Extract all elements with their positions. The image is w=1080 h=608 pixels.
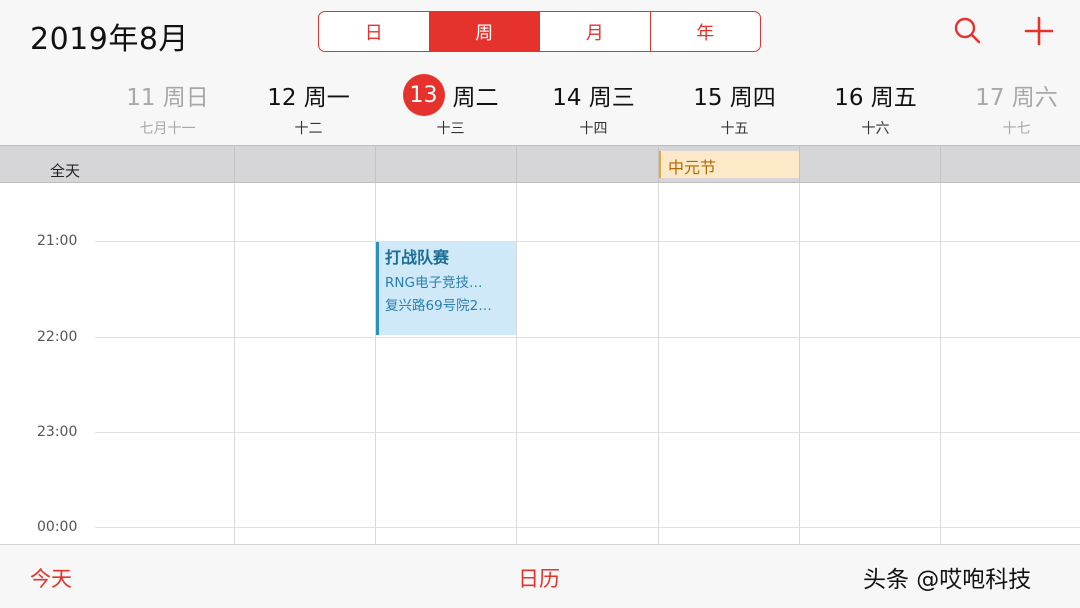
calendars-button[interactable]: 日历 <box>518 563 560 593</box>
time-label: 23:00 <box>37 424 78 440</box>
month-title[interactable]: 2019年8月 <box>30 14 189 58</box>
all-day-divider <box>516 145 517 183</box>
add-event-button[interactable] <box>1022 14 1056 48</box>
calendar-event[interactable]: 打战队赛 RNG电子竞技… 复兴路69号院2… <box>376 242 516 335</box>
day-header-mon[interactable]: 12 周一 十二 <box>238 78 379 138</box>
segment-year[interactable]: 年 <box>649 12 761 51</box>
all-day-divider <box>940 145 941 183</box>
all-day-event-zhongyuan[interactable]: 中元节 <box>659 151 799 178</box>
day-header-sat[interactable]: 17 周六 十七 <box>946 78 1080 138</box>
segment-month[interactable]: 月 <box>539 12 650 51</box>
day-header-thu[interactable]: 15 周四 十五 <box>664 78 805 138</box>
hour-line <box>95 527 1080 528</box>
view-segmented-control: 日 周 月 年 <box>318 11 761 52</box>
day-lunar: 十二 <box>294 121 323 137</box>
day-label-today: 13 周二 <box>380 74 521 116</box>
day-column-divider <box>516 183 517 544</box>
day-column-divider <box>234 183 235 544</box>
time-label: 22:00 <box>37 329 78 345</box>
day-label: 16 周五 <box>834 85 917 111</box>
day-column-divider <box>658 183 659 544</box>
day-lunar: 七月十一 <box>139 121 196 137</box>
event-location: 复兴路69号院2… <box>385 298 492 314</box>
all-day-divider <box>799 145 800 183</box>
time-label: 00:00 <box>37 519 78 535</box>
search-icon <box>954 17 981 44</box>
day-label: 17 周六 <box>975 85 1058 111</box>
today-weekday: 周二 <box>452 85 499 111</box>
day-label: 14 周三 <box>552 85 635 111</box>
all-day-divider <box>234 145 235 183</box>
day-lunar: 十三 <box>436 121 465 137</box>
day-lunar: 十七 <box>1002 121 1031 137</box>
today-date-badge: 13 <box>402 74 445 116</box>
day-column-divider <box>799 183 800 544</box>
segment-day[interactable]: 日 <box>319 12 429 51</box>
hour-line <box>95 337 1080 338</box>
day-header-tue-today[interactable]: 13 周二 十三 <box>380 74 521 138</box>
day-lunar: 十六 <box>861 121 890 137</box>
day-label: 15 周四 <box>693 85 776 111</box>
day-column-divider <box>375 183 376 544</box>
plus-icon <box>1024 16 1054 46</box>
event-detail: RNG电子竞技… <box>385 275 483 291</box>
day-label: 11 周日 <box>126 85 209 111</box>
all-day-row <box>0 145 1080 183</box>
day-header-sun[interactable]: 11 周日 七月十一 <box>97 78 238 138</box>
time-label: 21:00 <box>37 233 78 249</box>
today-button[interactable]: 今天 <box>30 563 72 593</box>
day-lunar: 十四 <box>579 121 608 137</box>
all-day-divider <box>375 145 376 183</box>
day-lunar: 十五 <box>720 121 749 137</box>
segment-week[interactable]: 周 <box>428 12 539 51</box>
hour-line <box>95 432 1080 433</box>
day-header-fri[interactable]: 16 周五 十六 <box>805 78 946 138</box>
all-day-label: 全天 <box>50 162 81 180</box>
event-title: 打战队赛 <box>385 248 450 267</box>
watermark-text: 头条 @哎咆科技 <box>863 567 1032 593</box>
hour-line <box>95 241 1080 242</box>
search-button[interactable] <box>951 14 985 48</box>
day-label: 12 周一 <box>267 85 350 111</box>
week-time-grid[interactable] <box>0 183 1080 544</box>
day-column-divider <box>940 183 941 544</box>
day-header-wed[interactable]: 14 周三 十四 <box>523 78 664 138</box>
